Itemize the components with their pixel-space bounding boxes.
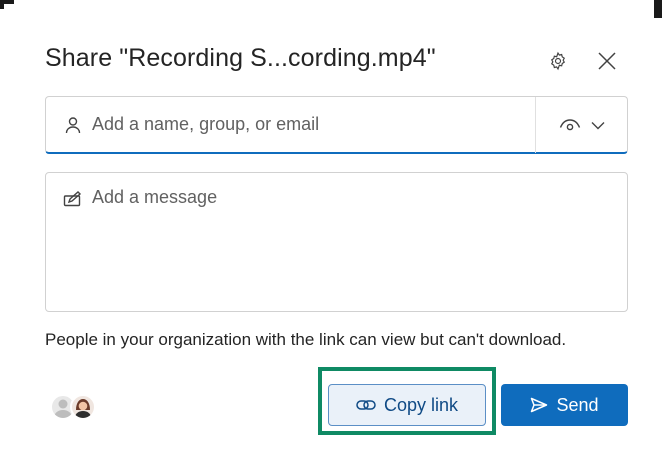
copy-link-label: Copy link [383,394,459,415]
window-corner-left [0,0,14,9]
person-icon [64,116,82,134]
send-icon [530,397,548,413]
recipients-field[interactable] [45,96,628,154]
message-input[interactable] [92,187,612,297]
copy-link-button[interactable]: Copy link [328,384,486,426]
dialog-title: Share "Recording S...cording.mp4" [45,44,436,72]
recipients-input[interactable] [92,114,512,135]
chevron-down-icon [591,121,605,130]
link-icon [356,398,376,412]
eye-icon [559,118,581,132]
close-button[interactable] [592,46,622,76]
share-dialog: Share "Recording S...cording.mp4" Add a … [0,0,662,452]
shared-with-avatars[interactable] [50,393,106,421]
message-field[interactable] [45,172,628,312]
gear-icon [548,51,568,71]
settings-button[interactable] [545,48,571,74]
permission-dropdown[interactable] [536,97,628,153]
window-corner-right [654,0,662,18]
avatar [70,394,96,420]
pen-icon [63,191,83,209]
link-permission-info: People in your organization with the lin… [45,330,567,349]
close-icon [597,51,617,71]
send-label: Send [556,394,599,415]
send-button[interactable]: Send [501,384,628,426]
